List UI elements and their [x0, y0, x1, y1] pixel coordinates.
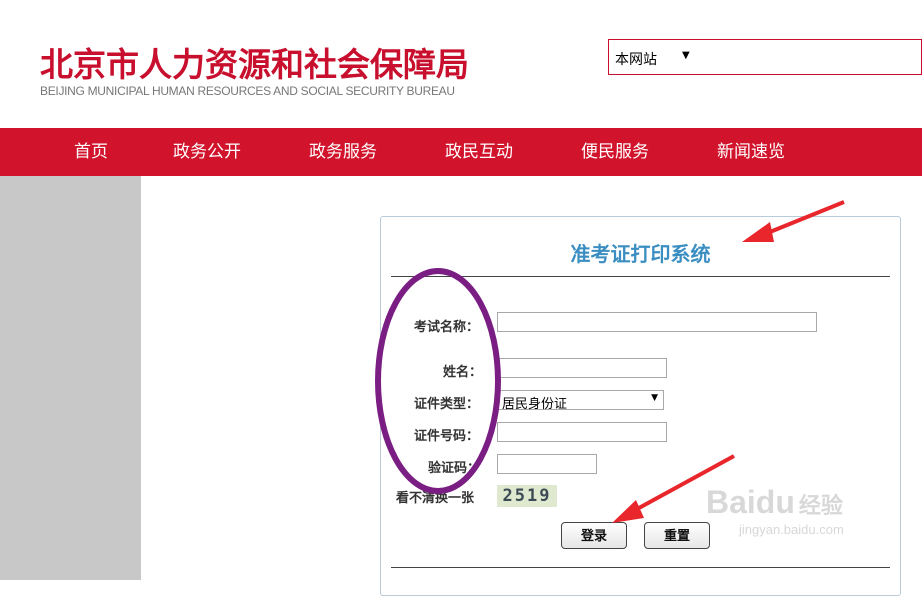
refresh-captcha-link[interactable]: 看不清换一张 — [396, 487, 474, 506]
nav-interaction[interactable]: 政民互动 — [445, 128, 513, 176]
nav-home[interactable]: 首页 — [74, 128, 108, 176]
title-divider — [391, 276, 890, 277]
name-input[interactable] — [497, 358, 667, 378]
form-bottom-divider — [391, 567, 890, 568]
dropdown-arrow-icon: ▼ — [651, 393, 658, 403]
name-label: 姓名： — [443, 365, 483, 380]
captcha-image[interactable]: 2519 — [497, 485, 557, 507]
id-number-label: 证件号码： — [414, 429, 480, 444]
baidu-watermark: Baidu 经验 jingyan.baidu.com — [706, 484, 844, 537]
exam-name-label: 考试名称： — [414, 320, 480, 335]
site-logo-subtitle: BEIJING MUNICIPAL HUMAN RESOURCES AND SO… — [40, 84, 455, 98]
captcha-input[interactable] — [497, 454, 597, 474]
site-scope-select[interactable]: 本网站 ▼ — [608, 39, 922, 75]
panel-title: 准考证打印系统 — [570, 242, 711, 266]
watermark-url: jingyan.baidu.com — [739, 522, 844, 537]
id-type-select[interactable]: 居民身份证 ▼ — [497, 390, 664, 412]
left-sidebar — [0, 176, 141, 580]
captcha-label: 验证码： — [428, 461, 481, 476]
nav-news[interactable]: 新闻速览 — [717, 128, 785, 176]
id-type-label: 证件类型： — [414, 397, 480, 412]
site-header: 北京市人力资源和社会保障局 BEIJING MUNICIPAL HUMAN RE… — [0, 0, 922, 128]
dropdown-arrow-icon: ▼ — [682, 50, 690, 61]
nav-government-services[interactable]: 政务服务 — [309, 128, 377, 176]
id-number-input[interactable] — [497, 422, 667, 442]
nav-government-affairs[interactable]: 政务公开 — [173, 128, 241, 176]
id-type-value: 居民身份证 — [502, 397, 568, 412]
main-nav: 首页 政务公开 政务服务 政民互动 便民服务 新闻速览 — [0, 128, 922, 176]
site-scope-value: 本网站 — [615, 52, 657, 68]
watermark-text: 经验 — [798, 494, 843, 519]
reset-button[interactable]: 重置 — [644, 522, 710, 549]
watermark-logo: Baidu — [706, 484, 795, 520]
nav-convenience-services[interactable]: 便民服务 — [581, 128, 649, 176]
login-button[interactable]: 登录 — [561, 522, 627, 549]
exam-name-input[interactable] — [497, 312, 817, 332]
site-logo-title[interactable]: 北京市人力资源和社会保障局 — [40, 38, 469, 86]
